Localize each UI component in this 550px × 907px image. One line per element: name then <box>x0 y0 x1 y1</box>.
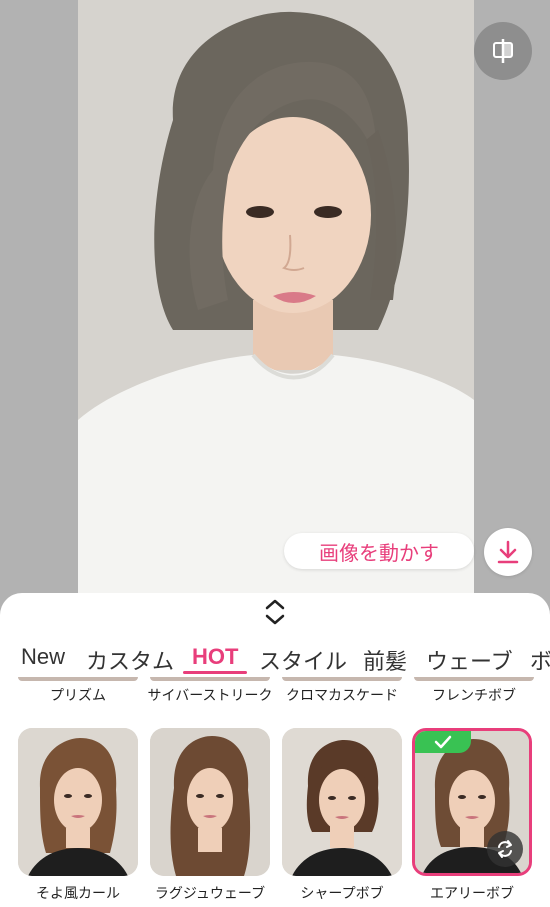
tab-bob[interactable]: ボ <box>530 644 550 673</box>
style-card-soyokaze-curl[interactable] <box>18 728 138 876</box>
sheet-handle[interactable] <box>260 595 290 629</box>
tab-bangs[interactable]: 前髪 <box>363 644 407 673</box>
tab-wave[interactable]: ウェーブ <box>426 644 513 673</box>
tab-hot[interactable]: HOT <box>192 644 238 670</box>
style-thumb-partial[interactable] <box>150 677 270 681</box>
style-thumb-partial[interactable] <box>414 677 534 681</box>
style-card-sharp-bob[interactable] <box>282 728 402 876</box>
style-label: エアリーボブ <box>430 885 514 901</box>
selected-badge <box>415 731 471 753</box>
style-label: クロマカスケード <box>286 687 398 703</box>
photo-preview[interactable] <box>78 0 474 610</box>
regenerate-button[interactable] <box>487 831 523 867</box>
portrait-photo <box>78 0 474 610</box>
tab-style[interactable]: スタイル <box>259 644 347 673</box>
compare-button[interactable] <box>474 22 532 80</box>
style-bottom-sheet: New カスタム HOT スタイル 前髪 ウェーブ ボ プリズム サイバーストリ… <box>0 593 550 907</box>
category-tabs: New カスタム HOT スタイル 前髪 ウェーブ ボ <box>0 633 550 673</box>
style-thumbnail <box>150 728 270 876</box>
download-icon <box>497 540 519 564</box>
active-tab-indicator <box>183 671 247 674</box>
style-label: プリズム <box>50 687 106 703</box>
style-card-airy-bob[interactable] <box>412 728 532 876</box>
tab-new[interactable]: New <box>21 644 65 670</box>
checkmark-icon <box>434 735 452 749</box>
style-label: フレンチボブ <box>432 687 516 703</box>
style-label: シャープボブ <box>300 885 384 901</box>
style-thumbnail <box>18 728 138 876</box>
split-compare-icon <box>493 39 513 63</box>
move-image-button[interactable]: 画像を動かす <box>284 533 474 569</box>
refresh-swap-icon <box>498 840 512 858</box>
expand-collapse-chevrons-icon <box>265 599 285 625</box>
move-image-label: 画像を動かす <box>319 540 439 565</box>
style-card-luxe-wave[interactable] <box>150 728 270 876</box>
style-thumb-partial[interactable] <box>18 677 138 681</box>
tab-custom[interactable]: カスタム <box>86 644 174 673</box>
style-thumb-partial[interactable] <box>282 677 402 681</box>
style-thumbnail <box>282 728 402 876</box>
style-label: そよ風カール <box>36 885 120 901</box>
download-button[interactable] <box>484 528 532 576</box>
style-label: サイバーストリーク <box>147 687 273 703</box>
style-label: ラグジュウェーブ <box>154 885 266 901</box>
